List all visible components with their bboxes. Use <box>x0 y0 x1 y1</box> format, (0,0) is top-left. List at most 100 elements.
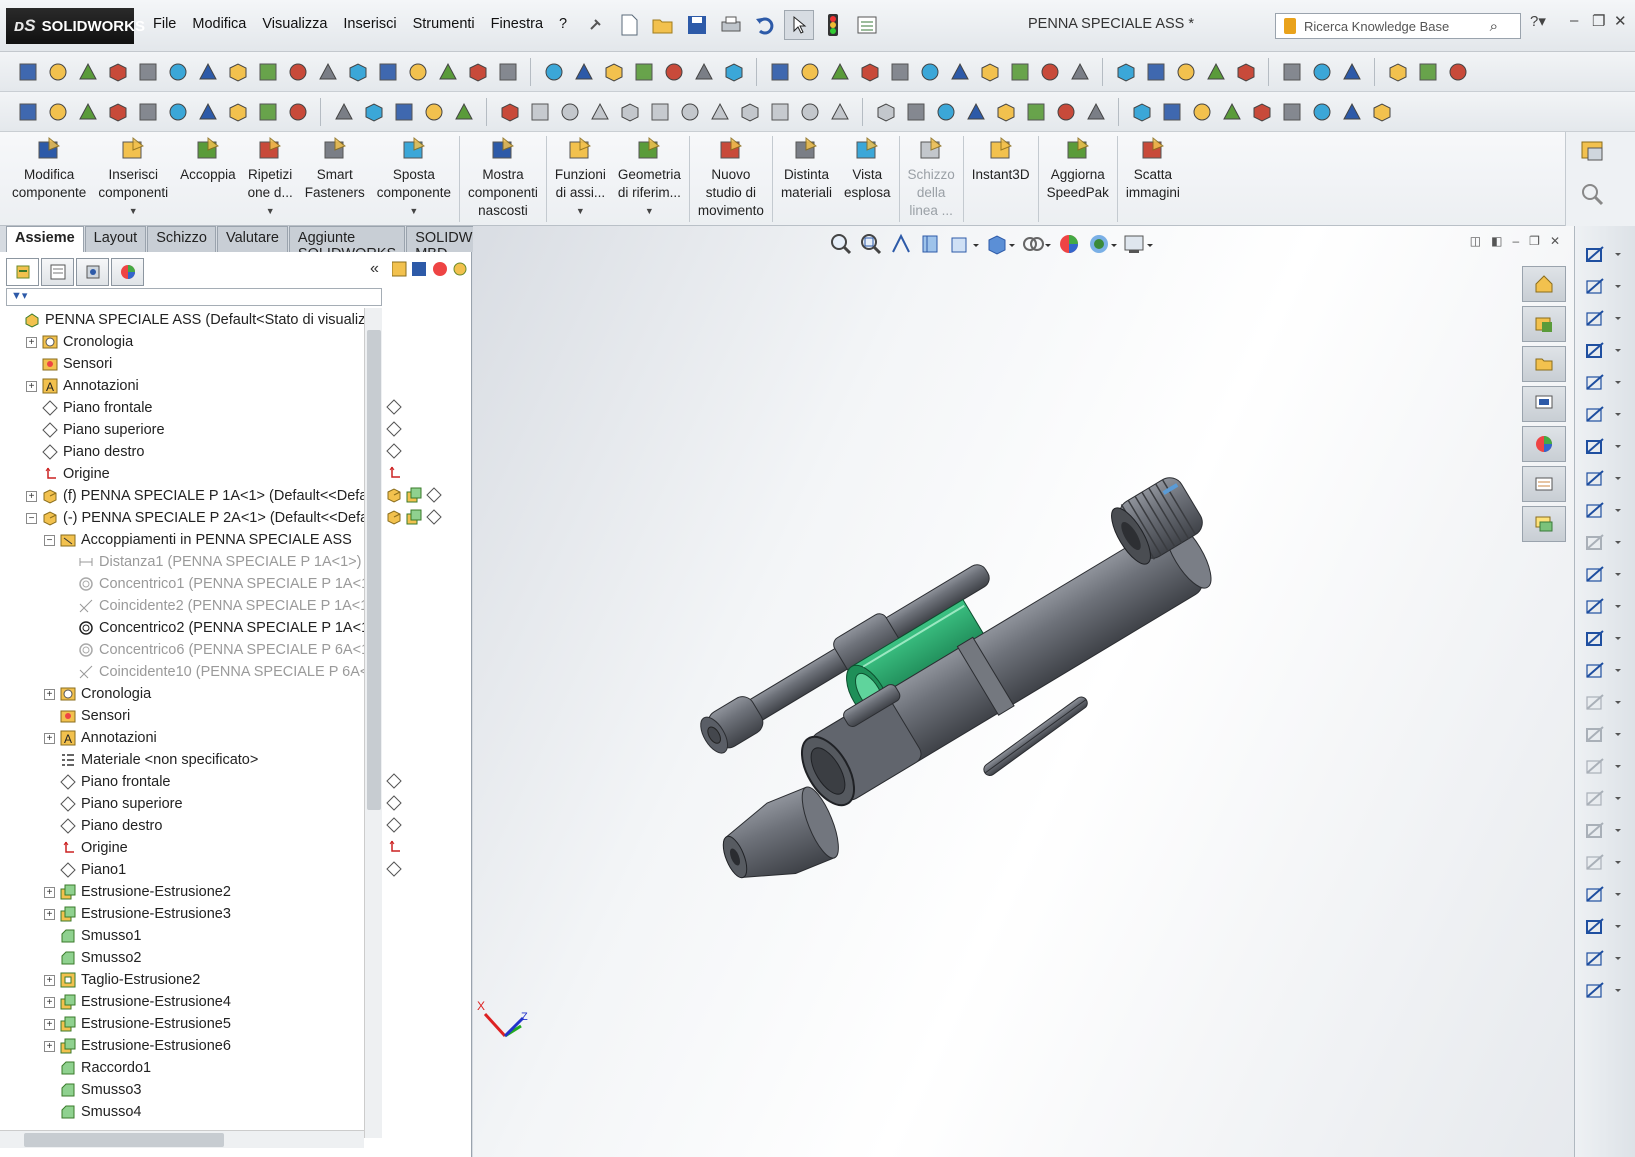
row2-tool-icon[interactable] <box>450 98 477 125</box>
row2-tool-icon[interactable] <box>164 98 191 125</box>
menu-item[interactable]: Modifica <box>184 14 254 34</box>
tab-assieme[interactable]: Assieme <box>6 226 84 252</box>
instant3d-command[interactable]: Instant3D <box>966 132 1036 225</box>
row2-tool-icon[interactable] <box>284 98 311 125</box>
design-library-icon[interactable] <box>1580 138 1610 167</box>
menu-item[interactable]: Visualizza <box>254 14 335 34</box>
view-palette-icon[interactable] <box>1522 386 1566 422</box>
custom-properties-icon[interactable] <box>1522 466 1566 502</box>
tree-node[interactable]: + Cronologia <box>44 683 151 705</box>
row1-tool-icon[interactable] <box>886 58 913 85</box>
row1-tool-icon[interactable] <box>1338 58 1365 85</box>
row1-tool-icon[interactable] <box>1112 58 1139 85</box>
row2-tool-icon[interactable] <box>194 98 221 125</box>
mate-command[interactable]: Accoppia <box>174 132 242 225</box>
fillet-sketch-icon[interactable] <box>1583 528 1623 556</box>
minimize-icon[interactable]: – <box>1570 12 1578 29</box>
arc-icon[interactable] <box>1583 432 1623 460</box>
row2-tool-icon[interactable] <box>796 98 823 125</box>
new-document-icon[interactable] <box>614 10 644 40</box>
text-icon[interactable] <box>1583 656 1623 684</box>
row2-tool-icon[interactable] <box>1082 98 1109 125</box>
line-icon[interactable] <box>1583 304 1623 332</box>
exploded-view-command[interactable]: Vista esplosa <box>838 132 897 225</box>
tree-node[interactable]: Smusso2 <box>44 947 141 969</box>
row1-tool-icon[interactable] <box>1202 58 1229 85</box>
row1-tool-icon[interactable] <box>720 58 747 85</box>
tree-node[interactable]: Piano1 <box>44 859 126 881</box>
snapshot-command[interactable]: Scatta immagini <box>1120 132 1186 225</box>
search-icon[interactable]: ⌕ <box>1490 18 1498 35</box>
row1-tool-icon[interactable] <box>194 58 221 85</box>
convert-entities-icon[interactable] <box>1583 720 1623 748</box>
spline-icon[interactable] <box>1583 464 1623 492</box>
expand-icon[interactable]: + <box>44 1040 55 1052</box>
mirror-icon[interactable] <box>1583 784 1623 812</box>
pattern-command[interactable]: Ripetizi one d... ▼ <box>242 132 299 225</box>
row2-tool-icon[interactable] <box>646 98 673 125</box>
tree-node[interactable]: Piano superiore <box>26 419 165 441</box>
tab-aggiunte-solidworks[interactable]: Aggiunte SOLIDWORKS <box>288 226 406 262</box>
row1-tool-icon[interactable] <box>314 58 341 85</box>
ellipse-icon[interactable] <box>1583 496 1623 524</box>
dropdown-arrow-icon[interactable]: ▼ <box>576 202 585 220</box>
dropdown-arrow-icon[interactable]: ▼ <box>409 202 418 220</box>
row1-tool-icon[interactable] <box>856 58 883 85</box>
undo-icon[interactable] <box>750 10 780 40</box>
move-component-command[interactable]: Sposta componente ▼ <box>371 132 457 225</box>
expand-icon[interactable]: + <box>44 732 55 744</box>
row2-tool-icon[interactable] <box>932 98 959 125</box>
sketch-picture-icon[interactable] <box>1583 624 1623 652</box>
tree-node[interactable]: + (f) PENNA SPECIALE P 1A<1> (Default<<De… <box>26 485 364 507</box>
collapse-icon[interactable]: − <box>44 534 55 546</box>
scrollbar-thumb[interactable] <box>367 330 381 810</box>
menu-item[interactable]: ? <box>551 14 575 34</box>
bom-command[interactable]: Distinta materiali <box>775 132 838 225</box>
tree-node[interactable]: + Estrusione-Estrusione5 <box>44 1013 231 1035</box>
repair-sketch-icon[interactable] <box>1583 912 1623 940</box>
row2-tool-icon[interactable] <box>676 98 703 125</box>
row2-tool-icon[interactable] <box>44 98 71 125</box>
row2-tool-icon[interactable] <box>616 98 643 125</box>
options-icon[interactable] <box>852 10 882 40</box>
row2-tool-icon[interactable] <box>1158 98 1185 125</box>
row2-tool-icon[interactable] <box>1278 98 1305 125</box>
collapse-icon[interactable]: − <box>26 512 37 524</box>
row1-tool-icon[interactable] <box>224 58 251 85</box>
tree-node[interactable]: Piano frontale <box>44 771 170 793</box>
row2-tool-icon[interactable] <box>420 98 447 125</box>
design-library-tab-icon[interactable] <box>1522 306 1566 342</box>
row2-tool-icon[interactable] <box>1052 98 1079 125</box>
tree-node[interactable]: − Accoppiamenti in PENNA SPECIALE ASS <box>44 529 352 551</box>
tree-node[interactable]: + A Annotazioni <box>26 375 139 397</box>
row2-tool-icon[interactable] <box>556 98 583 125</box>
tree-node[interactable]: Piano destro <box>26 441 144 463</box>
rebuild-traffic-light-icon[interactable] <box>818 10 848 40</box>
row1-tool-icon[interactable] <box>1444 58 1471 85</box>
expand-icon[interactable]: + <box>26 380 37 392</box>
row2-tool-icon[interactable] <box>1022 98 1049 125</box>
row1-tool-icon[interactable] <box>660 58 687 85</box>
tab-layout[interactable]: Layout <box>84 226 147 252</box>
row2-tool-icon[interactable] <box>826 98 853 125</box>
polygon-icon[interactable] <box>1583 560 1623 588</box>
expand-icon[interactable]: + <box>44 908 55 920</box>
row1-tool-icon[interactable] <box>766 58 793 85</box>
row2-tool-icon[interactable] <box>1338 98 1365 125</box>
linear-pattern-icon[interactable] <box>1583 816 1623 844</box>
row1-tool-icon[interactable] <box>796 58 823 85</box>
tree-node[interactable]: + Estrusione-Estrusione6 <box>44 1035 231 1057</box>
scrollbar-thumb[interactable] <box>24 1133 224 1147</box>
collapse-panel-icon[interactable]: « <box>370 260 379 278</box>
dropdown-arrow-icon[interactable]: ▼ <box>645 202 654 220</box>
row2-tool-icon[interactable] <box>224 98 251 125</box>
row2-tool-icon[interactable] <box>1128 98 1155 125</box>
appearances-scenes-icon[interactable] <box>1522 426 1566 462</box>
row1-tool-icon[interactable] <box>946 58 973 85</box>
row2-tool-icon[interactable] <box>586 98 613 125</box>
featuremanager-tab-icon[interactable] <box>6 258 39 286</box>
sketch-icon[interactable] <box>1583 240 1623 268</box>
row1-tool-icon[interactable] <box>540 58 567 85</box>
dropdown-arrow-icon[interactable]: ▼ <box>266 202 275 220</box>
tree-node[interactable]: Sensori <box>26 353 112 375</box>
